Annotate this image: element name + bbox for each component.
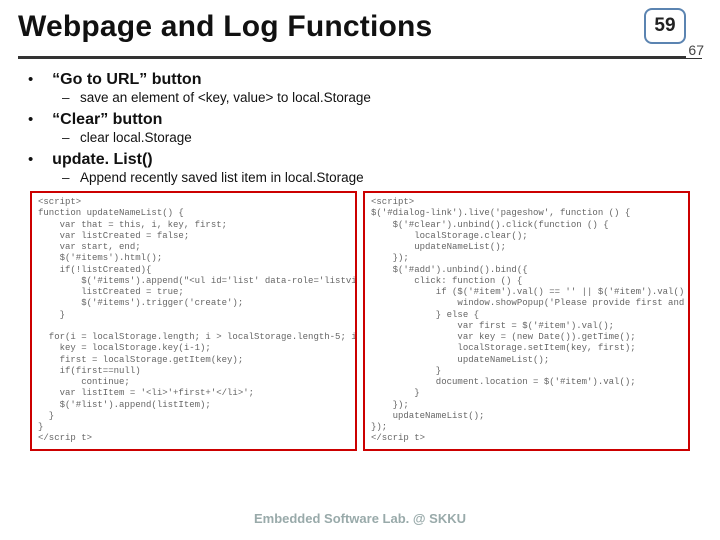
bullet-item: “Clear” button clear local.Storage — [28, 111, 692, 145]
page-number-main: 59 — [644, 8, 686, 44]
sub-bullet: save an element of <key, value> to local… — [62, 90, 692, 105]
code-snippet-left: <script> function updateNameList() { var… — [30, 191, 357, 451]
page-number-sub: 67 — [686, 42, 706, 58]
sub-bullet: Append recently saved list item in local… — [62, 170, 692, 185]
bullet-heading: “Clear” button — [52, 111, 162, 128]
sub-bullet: clear local.Storage — [62, 130, 692, 145]
code-snippet-right: <script> $('#dialog-link').live('pagesho… — [363, 191, 690, 451]
bullet-heading: update. List() — [52, 151, 152, 168]
content-area: “Go to URL” button save an element of <k… — [18, 59, 702, 451]
footer-text: Embedded Software Lab. @ SKKU — [0, 511, 720, 526]
bullet-item: “Go to URL” button save an element of <k… — [28, 71, 692, 105]
page-title: Webpage and Log Functions — [18, 10, 432, 44]
bullet-item: update. List() Append recently saved lis… — [28, 151, 692, 185]
page-number-group: 59 67 — [644, 8, 702, 54]
bullet-heading: “Go to URL” button — [52, 71, 201, 88]
